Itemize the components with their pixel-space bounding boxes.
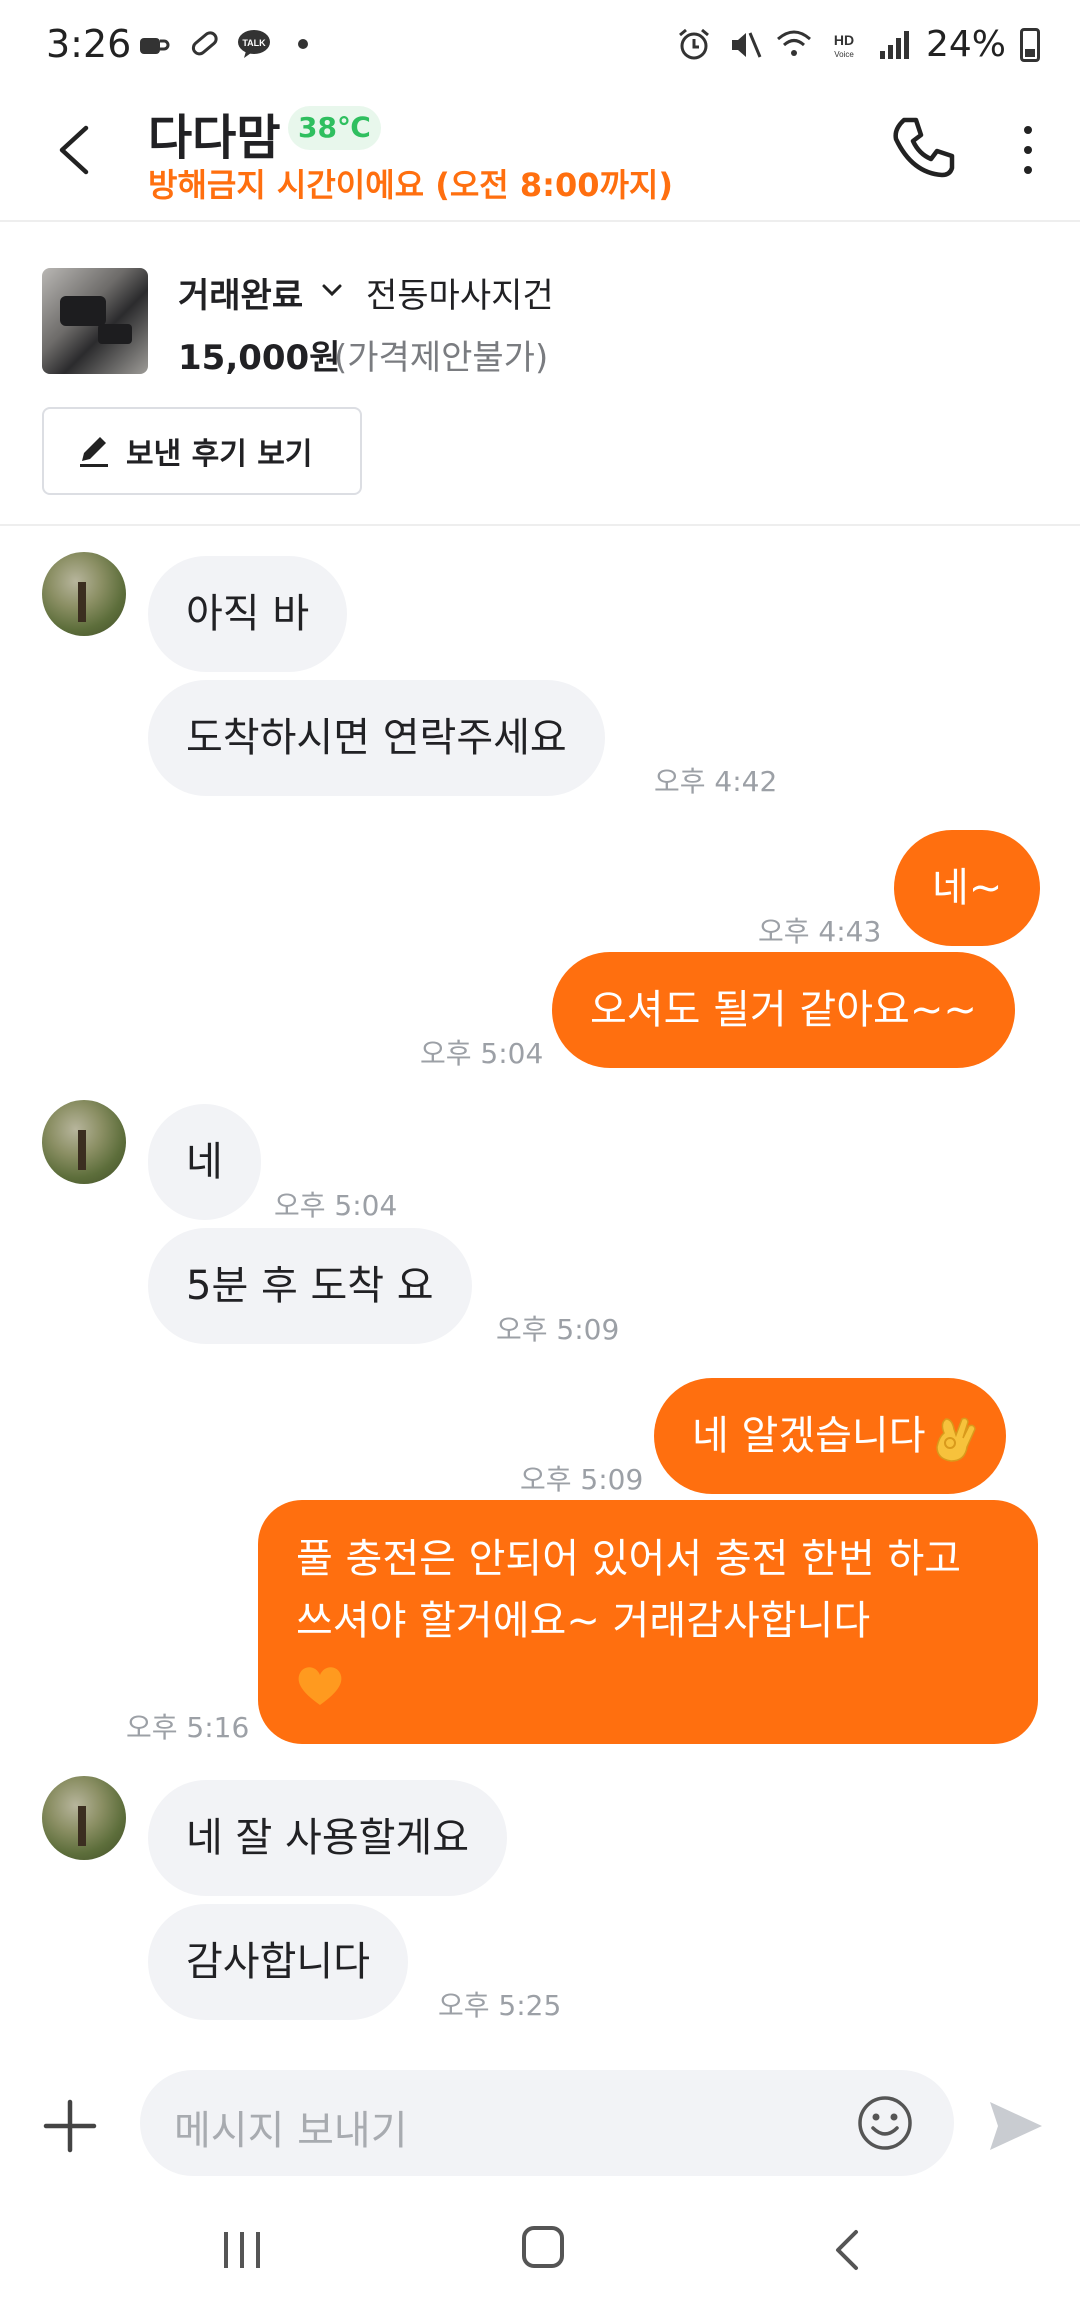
message-time: 오후 5:09 xyxy=(520,1463,644,1496)
plus-icon[interactable] xyxy=(42,2098,98,2154)
message-text: 네 알겠습니다 xyxy=(692,1413,926,1459)
message-time: 오후 5:25 xyxy=(438,1989,562,2022)
wifi-icon xyxy=(776,30,811,56)
message-text: 풀 충전은 안되어 있어서 충전 한번 하고 쓰셔야 할거에요~ 거래감사합니다 xyxy=(296,1536,962,1644)
phone-icon[interactable] xyxy=(888,114,958,184)
do-not-disturb-notice: 방해금지 시간이에요 (오전 8:00까지) xyxy=(148,166,673,204)
battery-icon xyxy=(1020,27,1040,62)
kakaotalk-icon: TALK xyxy=(238,30,270,58)
message-bubble-incoming: 도착하시면 연락주세요 xyxy=(148,680,605,796)
svg-text:HD: HD xyxy=(834,32,854,48)
product-title: 전동마사지건 xyxy=(366,276,554,316)
product-price: 15,000원 xyxy=(178,338,341,378)
send-icon[interactable] xyxy=(986,2096,1046,2156)
message-bubble-incoming: 네 잘 사용할게요 xyxy=(148,1780,508,1896)
back-icon[interactable] xyxy=(50,120,100,180)
view-sent-review-button[interactable]: 보낸 후기 보기 xyxy=(42,407,362,495)
message-time: 오후 5:09 xyxy=(496,1313,620,1346)
system-navigation-bar xyxy=(0,2188,1080,2316)
partner-avatar[interactable] xyxy=(42,1776,126,1860)
pill-icon xyxy=(191,31,218,56)
message-bubble-outgoing: 네~ xyxy=(894,830,1041,946)
alarm-icon xyxy=(679,28,709,59)
coffee-icon xyxy=(140,38,170,54)
partner-nickname: 다다맘 xyxy=(148,110,281,166)
message-bubble-incoming: 아직 바 xyxy=(148,556,348,672)
partner-avatar[interactable] xyxy=(42,1100,126,1184)
signal-icon xyxy=(879,30,909,59)
price-note: (가격제안불가) xyxy=(334,338,549,378)
message-bubble-outgoing: 오셔도 될거 같아요~~ xyxy=(552,952,1015,1068)
svg-text:Voice: Voice xyxy=(834,50,854,59)
pencil-icon xyxy=(80,437,108,467)
orange-heart-emoji xyxy=(298,1667,342,1705)
message-input-placeholder: 메시지 보내기 xyxy=(174,2108,408,2154)
message-time: 오후 4:43 xyxy=(758,915,882,948)
message-time: 오후 4:42 xyxy=(654,765,778,798)
message-bubble-incoming: 감사합니다 xyxy=(148,1904,408,2020)
message-time: 오후 5:04 xyxy=(274,1189,398,1222)
message-bubble-outgoing: 풀 충전은 안되어 있어서 충전 한번 하고 쓰셔야 할거에요~ 거래감사합니다 xyxy=(258,1500,1038,1744)
svg-text:TALK: TALK xyxy=(242,38,266,48)
message-bubble-incoming: 5분 후 도착 요 xyxy=(148,1228,472,1344)
message-input[interactable]: 메시지 보내기 xyxy=(140,2070,954,2176)
product-thumbnail[interactable] xyxy=(42,268,148,374)
status-bar: 3:26 TALK HD Voice 24% xyxy=(0,0,1080,90)
ok-hand-emoji xyxy=(935,1417,976,1462)
message-input-bar: 메시지 보내기 xyxy=(0,2058,1080,2188)
manner-temperature-badge: 38℃ xyxy=(288,106,381,150)
status-time: 3:26 xyxy=(46,22,132,66)
home-icon[interactable] xyxy=(522,2226,564,2268)
more-notifications-dot xyxy=(298,39,308,49)
battery-percent: 24% xyxy=(925,24,1006,65)
mute-icon xyxy=(731,31,762,58)
recent-apps-icon[interactable] xyxy=(220,2230,264,2270)
trade-status[interactable]: 거래완료 xyxy=(178,268,303,317)
notification-icons: TALK xyxy=(136,26,308,62)
chat-list[interactable]: 아직 바 도착하시면 연락주세요 오후 4:42 네~ 오후 4:43 오셔도 … xyxy=(0,528,1080,2058)
message-bubble-outgoing: 네 알겠습니다 xyxy=(654,1378,1006,1494)
message-time: 오후 5:16 xyxy=(126,1711,250,1744)
hd-voice-icon: HD Voice xyxy=(834,32,854,59)
product-panel[interactable]: 거래완료 전동마사지건 15,000원 (가격제안불가) 보낸 후기 보기 xyxy=(0,224,1080,526)
chat-header: 다다맘 38℃ 방해금지 시간이에요 (오전 8:00까지) xyxy=(0,90,1080,222)
more-vertical-icon[interactable] xyxy=(1010,120,1046,180)
system-icons: HD Voice 24% xyxy=(676,24,1040,65)
chevron-down-icon[interactable] xyxy=(318,276,346,304)
smile-icon[interactable] xyxy=(856,2094,914,2152)
review-button-label: 보낸 후기 보기 xyxy=(126,437,313,472)
nav-back-icon[interactable] xyxy=(832,2228,862,2272)
message-time: 오후 5:04 xyxy=(420,1037,544,1070)
partner-avatar[interactable] xyxy=(42,552,126,636)
message-bubble-incoming: 네 xyxy=(148,1104,261,1220)
